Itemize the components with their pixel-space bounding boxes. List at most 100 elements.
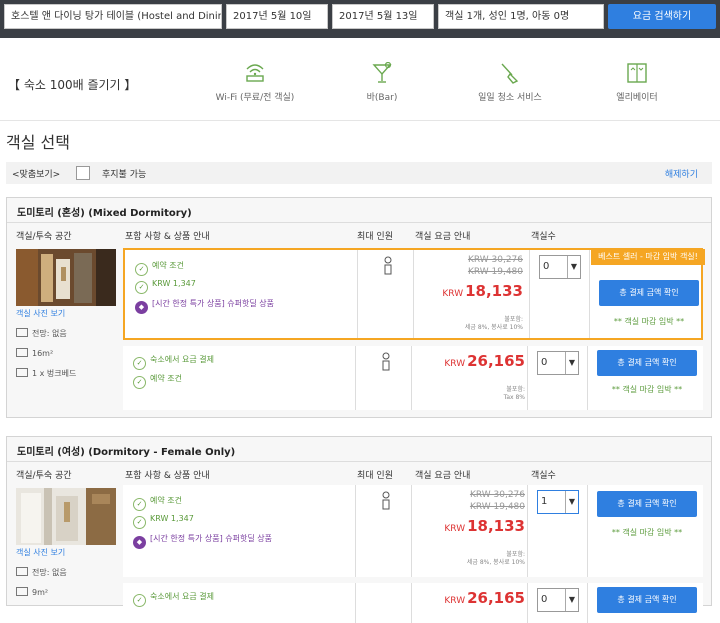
inclusion-text[interactable]: 예약 조건 [152,261,184,270]
checkin-date-field[interactable]: 2017년 5월 10일 [226,4,328,29]
col-includes: 포함 사항 & 상품 안내 [125,232,210,242]
guests-field[interactable]: 객실 1개, 성인 1명, 아동 0명 [438,4,604,29]
person-icon [384,256,392,275]
spec-text: 16m² [32,349,54,358]
chevron-down-icon[interactable]: ▼ [565,491,578,513]
tax-line: 세금 8%, 봉사료 10% [466,559,525,566]
filter-bar: <맞춤보기> 후지불 가능 해제하기 [6,162,712,184]
amenity-bar: 바(Bar) [332,62,432,103]
search-rates-button[interactable]: 요금 검색하기 [608,4,716,29]
room-qty-select[interactable]: 0 ▼ [539,255,581,279]
tax-info: 불포함: Tax 8% [504,386,525,402]
original-price: KRW 19,480 [467,267,523,277]
tax-line: 불포함: [506,551,525,558]
qty-value: 0 [541,594,548,605]
inclusion-text: [시간 한정 특가 상품] 슈퍼핫딜 상품 [150,534,272,543]
tax-line: 불포함: [506,386,525,393]
room-photo-link[interactable]: 객실 사진 보기 [16,547,65,558]
tax-line: 세금 8%, 봉사료 10% [464,324,523,331]
check-icon: ✓ [133,516,146,529]
inclusion-item: ◆ [시간 한정 특가 상품] 슈퍼핫딜 상품 [135,298,274,314]
col-includes: 포함 사항 & 상품 안내 [125,471,210,481]
person-icon [382,491,390,510]
currency: KRW [442,289,464,299]
bed-icon [16,368,28,377]
price-amount: 18,133 [465,282,523,300]
price-amount: 18,133 [467,517,525,535]
inclusion-item: ✓ 예약 조건 [135,260,184,276]
inclusion-item: ✓ 숙소에서 요금 결제 [133,591,214,607]
check-total-button[interactable]: 총 결제 금액 확인 [597,491,697,517]
pay-later-checkbox[interactable] [76,166,90,180]
check-total-button[interactable]: 총 결제 금액 확인 [599,280,699,306]
col-max: 최대 인원 [357,232,393,242]
check-icon: ✓ [133,498,146,511]
spec-text: 9m² [32,588,49,597]
col-count: 객실수 [531,232,556,242]
room-photo[interactable] [16,488,116,545]
chevron-down-icon[interactable]: ▼ [565,589,578,611]
reset-filter-link[interactable]: 해제하기 [665,167,698,180]
house-icon [16,348,28,357]
room-photo-link[interactable]: 객실 사진 보기 [16,308,65,319]
rate-option: ✓ 예약 조건 ✓ KRW 1,347 ◆ [시간 한정 특가 상품] 슈퍼핫딜 상품… [123,248,705,340]
inclusion-item: ◆ [시간 한정 특가 상품] 슈퍼핫딜 상품 [133,533,272,549]
inclusion-text[interactable]: 예약 조건 [150,496,182,505]
inclusion-text[interactable]: 예약 조건 [150,374,182,383]
chevron-down-icon[interactable]: ▼ [567,256,580,278]
currency: KRW [444,359,466,369]
col-room: 객실/투숙 공간 [16,471,72,481]
hotel-search-input[interactable]: 호스텔 앤 다이닝 탕가 테이블 (Hostel and Dining Tang… [4,4,222,29]
spec-text: 1 x 벙크베드 [32,369,77,378]
amenity-label: 바(Bar) [366,93,398,103]
qty-value: 1 [541,496,548,507]
col-price: 객실 요금 안내 [415,471,471,481]
broom-icon [501,63,519,84]
tax-line: Tax 8% [503,394,525,401]
room-card: 도미토리 (여성) (Dormitory - Female Only) 객실/투… [6,436,712,623]
column-header: 객실/투숙 공간 포함 사항 & 상품 안내 최대 인원 객실 요금 안내 객실… [7,461,711,483]
window-icon [16,567,28,576]
inclusion-item: ✓ 예약 조건 [133,495,182,511]
room-qty-select[interactable]: 0 ▼ [537,588,579,612]
inclusion-item: ✓ KRW 1,347 [135,279,196,294]
spec-size: 9m² [16,587,48,597]
amenity-label: Wi-Fi (무료/전 객실) [215,93,295,103]
check-total-button[interactable]: 총 결제 금액 확인 [597,587,697,613]
rate-option: ✓ 숙소에서 요금 결제 KRW 26,165 0 ▼ 총 결제 금액 확인 [123,583,703,623]
person-icon [382,352,390,371]
check-total-button[interactable]: 총 결제 금액 확인 [597,350,697,376]
chevron-down-icon[interactable]: ▼ [565,352,578,374]
amenity-cleaning: 일일 청소 서비스 [460,62,560,103]
check-icon: ✓ [133,357,146,370]
room-qty-select[interactable]: 1 ▼ [537,490,579,514]
qty-value: 0 [543,261,550,272]
room-title: 도미토리 (혼성) (Mixed Dormitory) [17,208,192,219]
room-qty-select[interactable]: 0 ▼ [537,351,579,375]
inclusion-text: 숙소에서 요금 결제 [150,355,214,364]
currency: KRW [444,524,466,534]
qty-value: 0 [541,357,548,368]
urgent-notice: ** 객실 마감 임박 ** [611,528,683,537]
check-icon: ✓ [133,376,146,389]
price-amount: 26,165 [467,352,525,370]
room-card: 도미토리 (혼성) (Mixed Dormitory) 객실/투숙 공간 포함 … [6,197,712,418]
original-price: KRW 30,276 [469,490,525,500]
house-icon [16,587,28,596]
check-icon: ✓ [133,594,146,607]
room-title: 도미토리 (여성) (Dormitory - Female Only) [17,447,236,458]
checkout-date-field[interactable]: 2017년 5월 13일 [332,4,434,29]
elevator-icon [627,63,647,83]
inclusion-text: [시간 한정 특가 상품] 슈퍼핫딜 상품 [152,299,274,308]
search-bar: 호스텔 앤 다이닝 탕가 테이블 (Hostel and Dining Tang… [0,0,720,38]
original-price: KRW 19,480 [469,502,525,512]
rate-option: ✓ 숙소에서 요금 결제 ✓ 예약 조건 KRW 26,165 불포함: Tax 8% … [123,346,703,410]
spec-text: 전망: 없음 [32,329,67,338]
check-icon: ✓ [135,281,148,294]
amenity-wifi: Wi-Fi (무료/전 객실) [205,62,305,103]
filter-label: <맞춤보기> [12,170,61,180]
tag-icon: ◆ [133,536,146,549]
room-photo[interactable] [16,249,116,306]
inclusion-item: ✓ KRW 1,347 [133,514,194,529]
inclusion-text: KRW 1,347 [150,514,194,523]
